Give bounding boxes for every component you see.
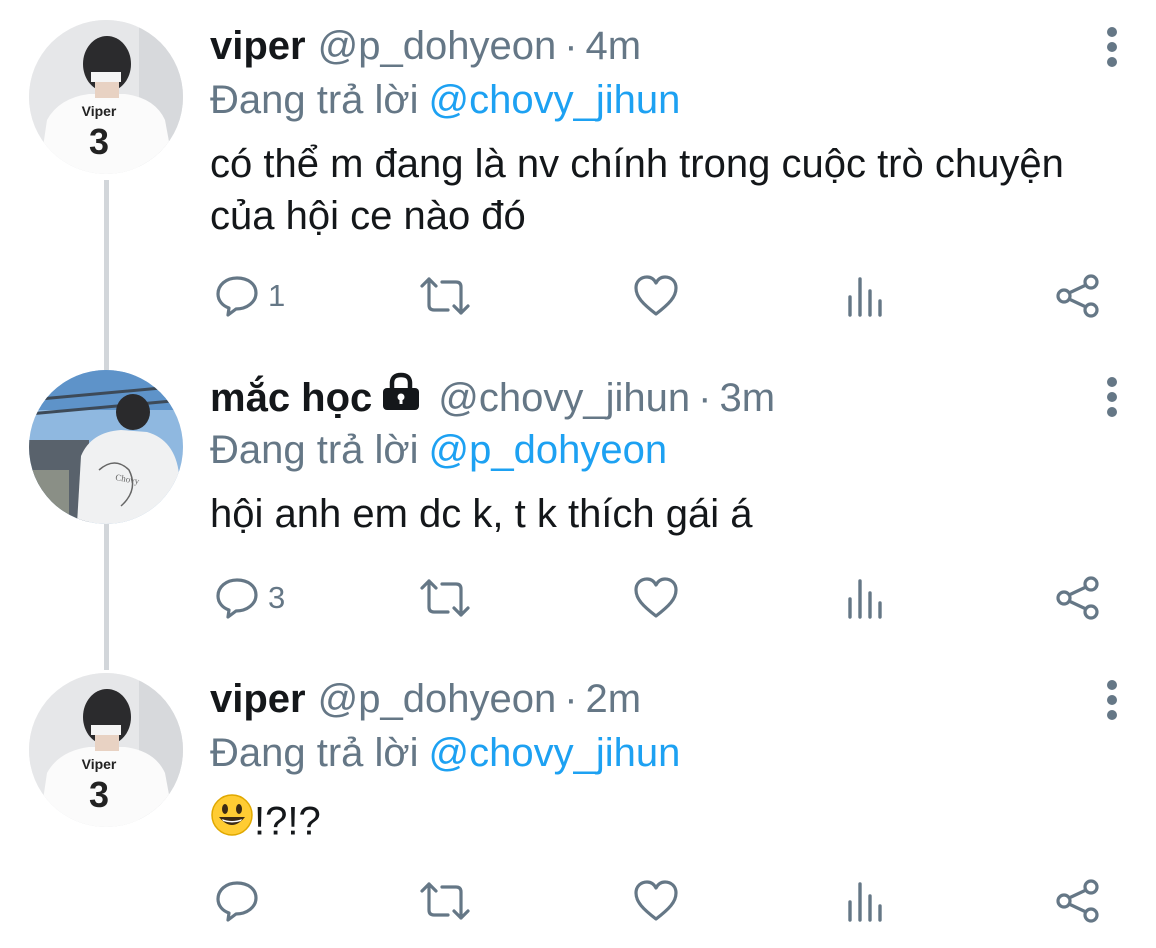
timestamp[interactable]: 2m: [586, 675, 642, 723]
like-icon: [634, 275, 678, 316]
reply-count: 3: [268, 580, 286, 615]
replying-to-prefix: Đang trả lời: [210, 78, 419, 122]
mention-link[interactable]: @chovy_jihun: [429, 78, 681, 122]
tweet-text: !?!?: [254, 799, 321, 844]
tweet-header: mắc học @chovy_jihun · 3m: [210, 372, 775, 423]
like-icon: [634, 880, 678, 921]
more-vertical-icon[interactable]: [1098, 376, 1126, 418]
avatar-jersey-number: 3: [89, 774, 109, 815]
separator-dot: ·: [564, 24, 578, 68]
action-bar: 1: [0, 266, 1156, 326]
like-icon: [634, 577, 678, 618]
username[interactable]: @p_dohyeon: [318, 675, 557, 723]
replying-to-prefix: Đang trả lời: [210, 731, 419, 775]
retweet-icon: [420, 579, 470, 617]
retweet-button[interactable]: [418, 568, 472, 628]
reply-icon: [216, 881, 258, 922]
tweet-header: viper @p_dohyeon · 2m: [210, 675, 641, 723]
retweet-button[interactable]: [418, 266, 472, 326]
more-vertical-icon[interactable]: [1098, 26, 1126, 68]
share-icon: [1056, 879, 1099, 923]
action-bar: 3: [0, 568, 1156, 628]
stats-icon: [848, 277, 882, 317]
replying-to: Đang trả lời @chovy_jihun: [210, 76, 680, 124]
replying-to: Đang trả lời @p_dohyeon: [210, 426, 667, 474]
stats-button[interactable]: [846, 568, 886, 628]
avatar[interactable]: Chovy: [29, 370, 183, 524]
stats-button[interactable]: [846, 266, 886, 326]
replying-to-prefix: Đang trả lời: [210, 428, 419, 472]
reply-button[interactable]: 3: [214, 568, 285, 628]
avatar[interactable]: Viper 3: [29, 673, 183, 827]
lock-icon: [380, 372, 422, 423]
avatar-jersey-number: 3: [89, 121, 109, 162]
separator-dot: ·: [564, 677, 578, 721]
timestamp[interactable]: 3m: [719, 374, 775, 422]
like-button[interactable]: [633, 266, 679, 326]
share-button[interactable]: [1055, 266, 1101, 326]
avatar-jersey-name: Viper: [82, 103, 117, 119]
display-name[interactable]: viper: [210, 675, 306, 723]
tweet-text: hội anh em dc k, t k thích gái á: [210, 492, 753, 536]
share-button[interactable]: [1055, 568, 1101, 628]
share-button[interactable]: [1055, 871, 1101, 931]
tweet[interactable]: Chovy mắc học @chovy_jihun · 3m Đang trả…: [0, 350, 1156, 650]
display-name[interactable]: viper: [210, 22, 306, 70]
share-icon: [1056, 274, 1099, 318]
reply-icon: [216, 276, 258, 317]
mention-link[interactable]: @chovy_jihun: [429, 731, 681, 775]
mention-link[interactable]: @p_dohyeon: [429, 428, 668, 472]
stats-button[interactable]: [846, 871, 886, 931]
stats-icon: [848, 882, 882, 922]
stats-icon: [848, 579, 882, 619]
avatar-jersey-name: Viper: [82, 756, 117, 772]
reply-count: 1: [268, 278, 286, 313]
display-name[interactable]: mắc học: [210, 374, 372, 422]
share-icon: [1056, 576, 1099, 620]
like-button[interactable]: [633, 568, 679, 628]
replying-to: Đang trả lời @chovy_jihun: [210, 729, 680, 777]
avatar[interactable]: Viper 3: [29, 20, 183, 174]
tweet-text-container: !?!?: [210, 793, 1130, 850]
username[interactable]: @p_dohyeon: [318, 22, 557, 70]
action-bar: [0, 871, 1156, 931]
separator-dot: ·: [698, 375, 712, 420]
retweet-button[interactable]: [418, 871, 472, 931]
reply-button[interactable]: 1: [214, 266, 285, 326]
username[interactable]: @chovy_jihun: [438, 374, 690, 422]
retweet-icon: [420, 882, 470, 920]
timestamp[interactable]: 4m: [586, 22, 642, 70]
reply-button[interactable]: [214, 871, 268, 931]
like-button[interactable]: [633, 871, 679, 931]
reply-icon: [216, 578, 258, 619]
more-vertical-icon[interactable]: [1098, 679, 1126, 721]
grinning-face-emoji: [210, 793, 254, 850]
tweet-text: có thể m đang là nv chính trong cuộc trò…: [210, 142, 1064, 238]
retweet-icon: [420, 277, 470, 315]
tweet-header: viper @p_dohyeon · 4m: [210, 22, 641, 70]
tweet[interactable]: Viper 3 viper @p_dohyeon · 2m Đang trả l…: [0, 653, 1156, 948]
tweet[interactable]: Viper 3 viper @p_dohyeon · 4m Đang trả l…: [0, 0, 1156, 340]
